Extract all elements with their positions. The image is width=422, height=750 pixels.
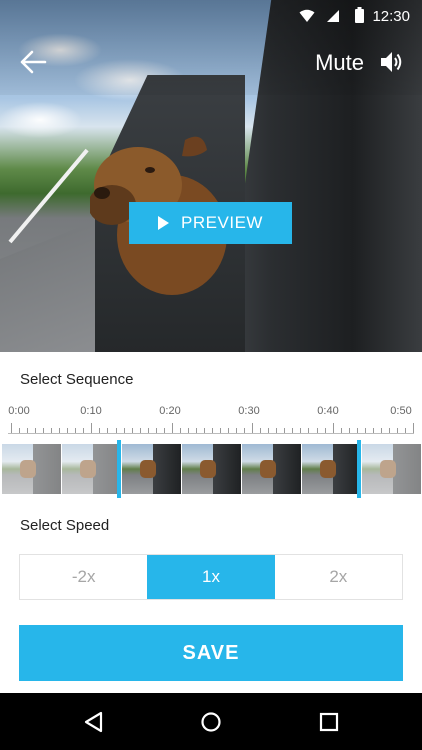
ruler-tick	[388, 428, 390, 433]
speed-option-1x[interactable]: 1x	[147, 555, 275, 599]
ruler-tick	[67, 428, 69, 433]
ruler-tick	[171, 423, 173, 433]
battery-icon	[355, 7, 364, 23]
film-frame	[242, 444, 302, 494]
ruler-tick	[292, 428, 294, 433]
speed-selector: -2x 1x 2x	[19, 554, 403, 600]
ruler-tick	[75, 428, 77, 433]
ruler-tick	[332, 423, 334, 433]
ruler-tick	[203, 428, 205, 433]
film-frame	[362, 444, 422, 494]
tick-label: 0:50	[390, 405, 412, 417]
ruler-tick	[356, 428, 358, 433]
ruler-tick	[123, 428, 125, 433]
ruler-tick	[19, 428, 21, 433]
film-frame	[182, 444, 242, 494]
ruler-tick	[11, 423, 12, 433]
ruler-tick	[43, 428, 45, 433]
ruler-tick	[220, 428, 222, 433]
ruler-tick	[252, 423, 254, 433]
tick-label: 0:20	[159, 405, 181, 417]
ruler-tick	[380, 428, 382, 433]
ruler-tick	[195, 428, 197, 433]
back-arrow-icon[interactable]	[18, 49, 48, 75]
ruler-tick	[268, 428, 270, 433]
back-triangle-icon[interactable]	[80, 707, 110, 737]
status-bar: 12:30	[0, 0, 422, 32]
speed-option-2x[interactable]: 2x	[274, 555, 402, 599]
speed-option-minus-2x[interactable]: -2x	[20, 555, 148, 599]
ruler-baseline	[8, 433, 414, 434]
play-icon	[158, 216, 170, 230]
ruler-tick	[244, 428, 246, 433]
preview-button[interactable]: PREVIEW	[129, 202, 292, 244]
ruler-tick	[179, 428, 181, 433]
ruler-tick	[308, 428, 310, 433]
film-frame	[302, 444, 362, 494]
ruler-tick	[51, 428, 53, 433]
recents-square-icon[interactable]	[314, 707, 344, 737]
ruler-tick	[83, 428, 85, 433]
ruler-tick	[228, 428, 230, 433]
ruler-tick	[212, 428, 213, 433]
ruler-tick	[284, 428, 286, 433]
ruler-tick	[187, 428, 189, 433]
volume-icon[interactable]	[378, 49, 404, 75]
ruler-tick	[324, 428, 326, 433]
film-frame	[2, 444, 62, 494]
ruler-tick	[236, 428, 238, 433]
ruler-tick	[99, 428, 101, 433]
ruler-tick	[131, 428, 133, 433]
ruler-tick	[115, 428, 117, 433]
tick-label: 0:40	[317, 405, 339, 417]
ruler-tick	[91, 423, 93, 433]
ruler-tick	[316, 428, 318, 433]
ruler-tick	[364, 428, 366, 433]
ruler-tick	[340, 428, 342, 433]
home-circle-icon[interactable]	[196, 707, 226, 737]
tick-label: 0:10	[80, 405, 102, 417]
ruler-tick	[59, 428, 61, 433]
ruler-tick	[260, 428, 262, 433]
ruler-tick	[413, 423, 414, 433]
film-frame	[122, 444, 182, 494]
status-time: 12:30	[372, 8, 410, 25]
ruler-tick	[404, 428, 406, 433]
tick-label: 0:00	[8, 405, 30, 417]
ruler-tick	[107, 428, 109, 433]
ruler-tick	[35, 428, 37, 433]
ruler-tick	[396, 428, 398, 433]
navigation-bar	[0, 693, 422, 750]
ruler-tick	[147, 428, 149, 433]
ruler-tick	[155, 428, 157, 433]
ruler-tick	[139, 428, 141, 433]
ruler-tick	[163, 428, 165, 433]
ruler-tick	[372, 428, 374, 433]
mute-label[interactable]: Mute	[315, 50, 364, 76]
ruler-tick	[300, 428, 302, 433]
select-sequence-title: Select Sequence	[20, 371, 134, 388]
ruler-tick	[27, 428, 29, 433]
sequence-end-handle[interactable]	[357, 440, 361, 498]
film-frame	[62, 444, 122, 494]
save-button[interactable]: SAVE	[19, 625, 403, 681]
tick-label: 0:30	[238, 405, 260, 417]
select-speed-title: Select Speed	[20, 517, 110, 534]
ruler-tick	[276, 428, 278, 433]
preview-label: PREVIEW	[181, 213, 263, 232]
cell-signal-icon	[327, 10, 339, 22]
sequence-start-handle[interactable]	[117, 440, 121, 498]
ruler-tick	[348, 428, 350, 433]
wifi-icon	[299, 9, 315, 22]
timeline-ruler[interactable]: 0:00 0:10 0:20 0:30 0:40 0:50	[0, 405, 422, 440]
